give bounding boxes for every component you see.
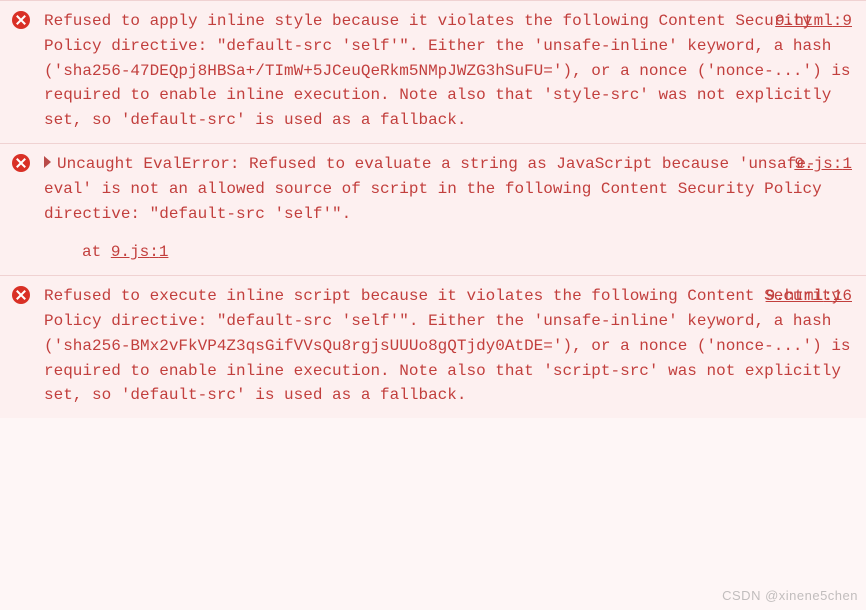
source-link[interactable]: 9.html:9 [775, 9, 852, 34]
console-panel: 9.html:9 Refused to apply inline style b… [0, 0, 866, 418]
source-line: 1 [842, 155, 852, 173]
console-error-entry: 9.html:16 Refused to execute inline scri… [0, 275, 866, 418]
error-icon [12, 286, 30, 304]
console-error-entry: 9.js:1 Uncaught EvalError: Refused to ev… [0, 143, 866, 275]
expand-caret-icon[interactable] [44, 156, 51, 168]
error-message[interactable]: Refused to apply inline style because it… [44, 9, 856, 133]
stack-line: 1 [159, 243, 169, 261]
source-file: 9.js [794, 155, 832, 173]
source-line: 9 [842, 12, 852, 30]
error-message-text: Uncaught EvalError: Refused to evaluate … [44, 155, 831, 223]
watermark-text: CSDN @xinene5chen [722, 586, 858, 606]
stack-file: 9.js [111, 243, 149, 261]
source-link[interactable]: 9.html:16 [766, 284, 852, 309]
error-icon [12, 11, 30, 29]
source-link[interactable]: 9.js:1 [794, 152, 852, 177]
console-error-entry: 9.html:9 Refused to apply inline style b… [0, 0, 866, 143]
error-message[interactable]: Refused to execute inline script because… [44, 284, 856, 408]
source-file: 9.html [766, 287, 824, 305]
source-file: 9.html [775, 12, 833, 30]
error-icon [12, 154, 30, 172]
stack-prefix: at [82, 243, 111, 261]
error-message[interactable]: Uncaught EvalError: Refused to evaluate … [44, 152, 856, 226]
stack-frame[interactable]: at 9.js:1 [44, 240, 856, 265]
source-line: 16 [833, 287, 852, 305]
